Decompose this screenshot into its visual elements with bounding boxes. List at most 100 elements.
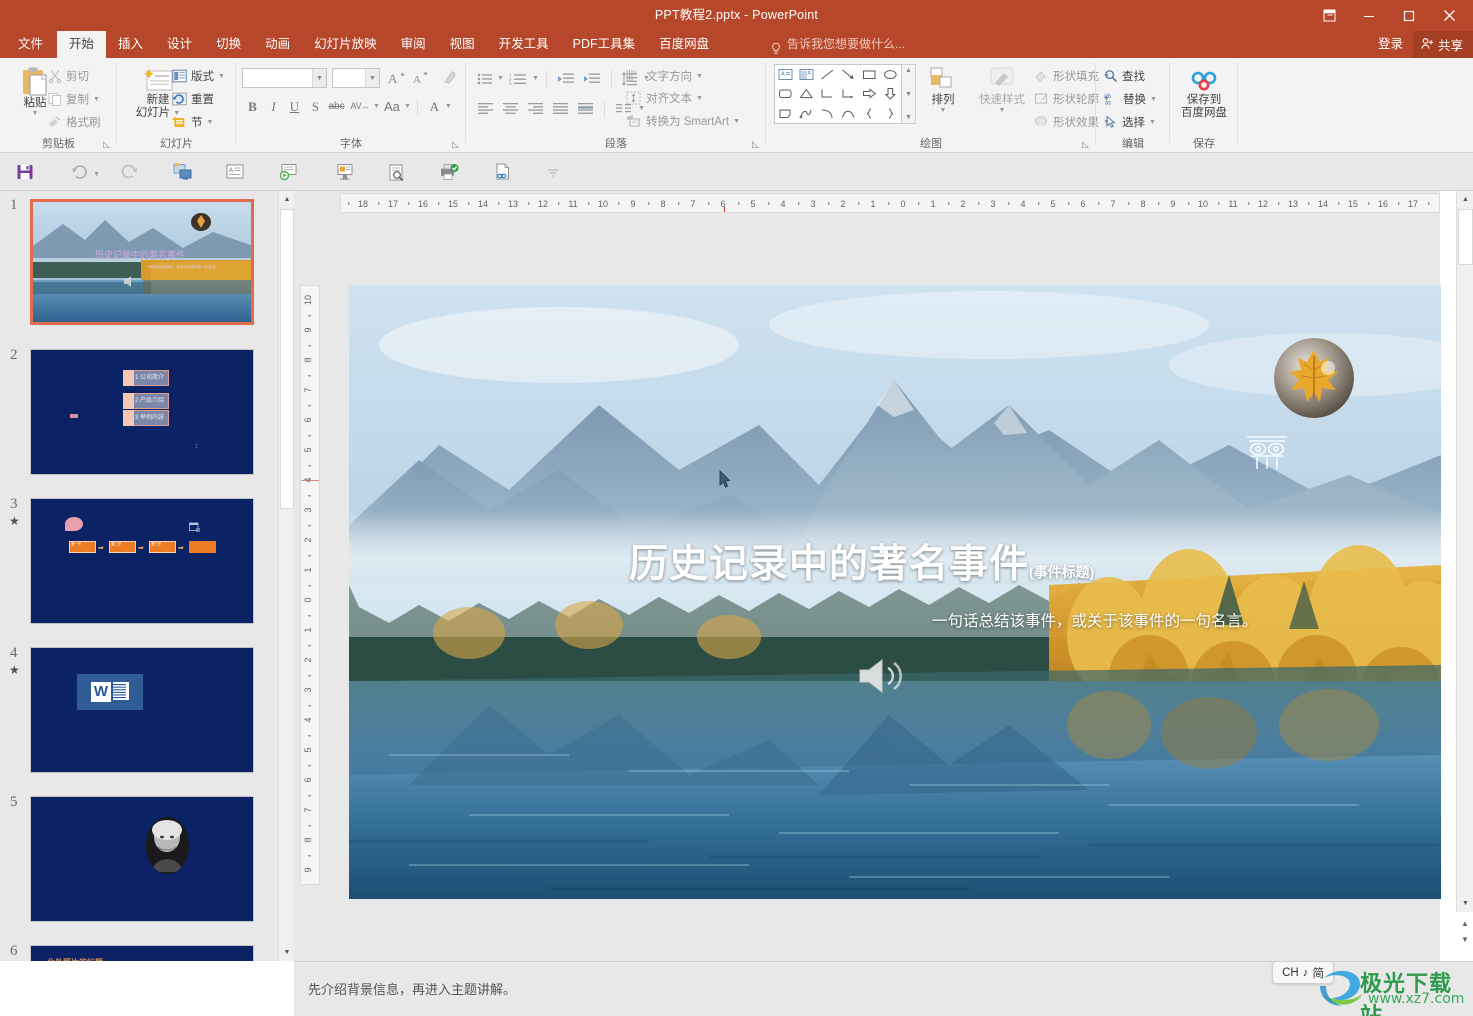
format-painter-button[interactable]: 格式刷 xyxy=(48,114,101,130)
tab-animations[interactable]: 动画 xyxy=(253,31,302,58)
current-slide[interactable]: 历史记录中的著名事件(事件标题) 一句话总结该事件，或关于该事件的一句名言。 xyxy=(349,285,1441,899)
scroll-up-icon[interactable]: ▲ xyxy=(905,67,912,74)
underline-button[interactable]: U xyxy=(284,96,305,117)
shape-textbox-icon[interactable]: A xyxy=(775,65,796,84)
tell-me-box[interactable]: 告诉我您想要做什么... xyxy=(770,31,905,58)
print-preview-icon[interactable] xyxy=(384,160,410,184)
shape-folded-corner-icon[interactable] xyxy=(775,104,796,123)
print-check-icon[interactable] xyxy=(436,160,462,184)
ime-mode-icon[interactable]: ♪ xyxy=(1303,967,1309,979)
align-left-icon[interactable] xyxy=(474,98,497,119)
redo-icon[interactable] xyxy=(116,160,142,184)
section-button[interactable]: 节 ▼ xyxy=(172,114,213,130)
reset-button[interactable]: 重置 xyxy=(172,91,214,107)
tab-baidu-netdisk[interactable]: 百度网盘 xyxy=(647,31,721,58)
scroll-down-icon[interactable]: ▼ xyxy=(1457,895,1473,912)
chevron-down-icon[interactable]: ▼ xyxy=(207,119,214,126)
scrollbar-thumb[interactable] xyxy=(1458,209,1473,265)
quick-styles-button[interactable]: 快速样式 ▼ xyxy=(971,66,1033,114)
chevron-down-icon[interactable]: ▼ xyxy=(696,95,703,102)
thumbnail-frame[interactable]: W xyxy=(30,647,254,773)
clear-formatting-icon[interactable] xyxy=(440,68,462,88)
slide-thumbnail-panel[interactable]: 1 历史记录中的著名事件 一句话总结该事件，或关于该事件的一句名言。 2 1 公… xyxy=(0,191,278,961)
tab-design[interactable]: 设计 xyxy=(155,31,204,58)
share-button[interactable]: 共享 xyxy=(1412,31,1473,58)
align-right-icon[interactable] xyxy=(524,98,547,119)
paragraph-dialog-launcher[interactable]: ◺ xyxy=(750,139,761,150)
save-icon[interactable] xyxy=(12,160,38,184)
bullets-icon[interactable] xyxy=(474,68,495,89)
shape-rounded-rect-icon[interactable] xyxy=(775,84,796,103)
bold-button[interactable]: B xyxy=(242,96,263,117)
thumbnail-slide-3[interactable]: 3 ★ 第一步 ➡ 第二步 ➡ 第三步 ➡ xyxy=(9,496,254,624)
slide-vertical-scrollbar[interactable]: ▲ ▼ xyxy=(1456,191,1473,912)
customize-qat-icon[interactable] xyxy=(540,160,566,184)
shape-elbow-connector-icon[interactable] xyxy=(817,84,838,103)
tab-slideshow[interactable]: 幻灯片放映 xyxy=(302,31,389,58)
font-size-input[interactable]: ▼ xyxy=(332,68,380,88)
chevron-down-icon[interactable]: ▼ xyxy=(445,103,452,110)
thumbnail-frame[interactable]: 此处照片的标题 2 xyxy=(30,945,254,961)
autumn-leaf-circle-image[interactable] xyxy=(1274,338,1354,418)
tab-review[interactable]: 审阅 xyxy=(389,31,438,58)
thumbnail-slide-4[interactable]: 4 ★ W xyxy=(9,645,254,773)
text-direction-button[interactable]: A 文字方向 ▼ xyxy=(626,68,703,84)
shape-down-arrow-icon[interactable] xyxy=(880,84,901,103)
chevron-down-icon[interactable]: ▼ xyxy=(373,103,380,110)
grow-font-icon[interactable]: A xyxy=(386,68,408,88)
hyperlink-doc-icon[interactable] xyxy=(490,160,516,184)
increase-indent-icon[interactable] xyxy=(580,68,604,89)
horizontal-ruler[interactable]: 18 17 16 15 14 13 12 11 10 9 8 7 6543 2101 2345 6… xyxy=(340,193,1440,213)
shape-rectangle-icon[interactable] xyxy=(859,65,880,84)
chevron-down-icon[interactable]: ▼ xyxy=(497,75,504,82)
chevron-down-icon[interactable]: ▼ xyxy=(32,110,39,117)
columns-icon[interactable] xyxy=(612,98,636,119)
shape-curve-icon[interactable] xyxy=(838,104,859,123)
character-spacing-button[interactable]: AV ↔ xyxy=(347,96,373,117)
numbering-icon[interactable]: 123 xyxy=(506,68,530,89)
tab-insert[interactable]: 插入 xyxy=(106,31,155,58)
undo-icon[interactable]: ▼ xyxy=(68,160,100,184)
scroll-down-icon[interactable]: ▼ xyxy=(905,91,912,98)
shape-vertical-textbox-icon[interactable]: A xyxy=(796,65,817,84)
decrease-indent-icon[interactable] xyxy=(554,68,578,89)
scroll-down-icon[interactable]: ▼ xyxy=(279,944,295,961)
sign-in-button[interactable]: 登录 xyxy=(1368,31,1413,58)
strikethrough-button[interactable]: abc xyxy=(326,96,347,117)
italic-button[interactable]: I xyxy=(263,96,284,117)
shape-line-icon[interactable] xyxy=(817,65,838,84)
thumbnail-slide-5[interactable]: 5 xyxy=(10,794,254,922)
change-case-button[interactable]: Aa xyxy=(380,96,404,117)
distribute-icon[interactable] xyxy=(574,98,597,119)
chevron-down-icon[interactable]: ▼ xyxy=(365,69,379,87)
thumbnail-frame[interactable]: 历史记录中的著名事件 一句话总结该事件，或关于该事件的一句名言。 xyxy=(30,199,254,325)
chevron-down-icon[interactable]: ▼ xyxy=(1149,119,1156,126)
ribbon-display-options-icon[interactable] xyxy=(1309,0,1349,31)
tab-file[interactable]: 文件 xyxy=(4,31,57,58)
notes-text[interactable]: 先介绍背景信息，再进入主题讲解。 xyxy=(308,979,516,998)
thumbnail-slide-1[interactable]: 1 历史记录中的著名事件 一句话总结该事件，或关于该事件的一句名言。 xyxy=(10,197,254,325)
speaker-audio-icon[interactable] xyxy=(854,653,910,699)
thumbnail-frame[interactable] xyxy=(30,796,254,922)
thumbnail-scrollbar[interactable]: ▲ ▼ xyxy=(278,191,295,961)
present-online-icon[interactable] xyxy=(276,160,302,184)
chevron-down-icon[interactable]: ▼ xyxy=(733,118,740,125)
font-name-input[interactable]: ▼ xyxy=(242,68,327,88)
select-button[interactable]: 选择 ▼ xyxy=(1104,114,1156,130)
align-center-icon[interactable] xyxy=(499,98,522,119)
thumbnail-slide-2[interactable]: 2 1 公司简介 2 产品介绍 3 举例内容 2 xyxy=(10,347,254,475)
previous-slide-button[interactable]: ▲ xyxy=(1458,916,1472,930)
tab-developer[interactable]: 开发工具 xyxy=(487,31,561,58)
start-presentation-icon[interactable] xyxy=(170,160,196,184)
shape-triangle-icon[interactable] xyxy=(796,84,817,103)
chevron-down-icon[interactable]: ▼ xyxy=(312,69,326,87)
tab-view[interactable]: 视图 xyxy=(438,31,487,58)
close-button[interactable] xyxy=(1429,0,1469,31)
layout-button[interactable]: 版式 ▼ xyxy=(172,68,225,84)
shape-arrow-icon[interactable] xyxy=(838,65,859,84)
replace-button[interactable]: ab ac 替换 ▼ xyxy=(1104,91,1157,107)
save-to-baidu-button[interactable]: 保存到 百度网盘 xyxy=(1174,68,1234,120)
scrollbar-thumb[interactable] xyxy=(280,209,294,509)
chevron-down-icon[interactable]: ▼ xyxy=(940,107,947,114)
shape-freeform-icon[interactable] xyxy=(796,104,817,123)
